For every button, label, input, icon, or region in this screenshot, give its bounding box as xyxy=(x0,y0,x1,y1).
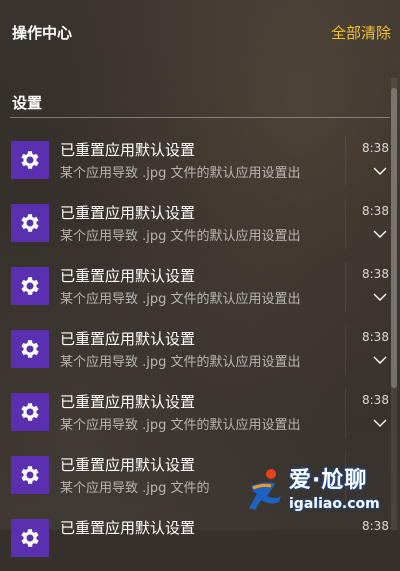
page-title: 操作中心 xyxy=(12,24,73,42)
chevron-down-icon[interactable] xyxy=(372,418,388,428)
item-divider xyxy=(345,325,346,375)
clear-all-button[interactable]: 全部清除 xyxy=(331,22,391,43)
gear-icon xyxy=(11,267,49,305)
chevron-down-icon[interactable] xyxy=(372,292,388,302)
gear-icon xyxy=(11,204,49,242)
notification-title: 已重置应用默认设置 xyxy=(60,393,196,411)
item-divider xyxy=(345,262,346,312)
chevron-down-icon[interactable] xyxy=(372,355,388,365)
chevron-down-icon[interactable] xyxy=(372,166,388,176)
notification-item[interactable]: 已重置应用默认设置 某个应用导致 .jpg 文件的默认应用设置出 8:38 xyxy=(0,256,400,319)
item-divider xyxy=(345,388,346,438)
item-divider xyxy=(345,136,346,186)
gear-icon xyxy=(11,519,49,557)
notification-time: 8:38 xyxy=(362,330,389,344)
runner-logo-icon xyxy=(249,469,281,510)
notification-time: 8:38 xyxy=(362,204,389,218)
watermark-line2: igaliao.com xyxy=(289,496,380,512)
section-divider xyxy=(10,117,390,118)
action-center-header: 操作中心 全部清除 xyxy=(0,0,400,64)
notification-title: 已重置应用默认设置 xyxy=(60,204,196,222)
gear-icon xyxy=(11,330,49,368)
notification-title: 已重置应用默认设置 xyxy=(60,456,196,474)
notification-item[interactable]: 已重置应用默认设置 某个应用导致 .jpg 文件的默认应用设置出 8:38 xyxy=(0,130,400,193)
item-divider xyxy=(345,199,346,249)
notification-description: 某个应用导致 .jpg 文件的默认应用设置出 xyxy=(60,229,301,244)
notification-title: 已重置应用默认设置 xyxy=(60,141,196,159)
notification-title: 已重置应用默认设置 xyxy=(60,330,196,348)
notification-description: 某个应用导致 .jpg 文件的默认应用设置出 xyxy=(60,166,301,181)
notification-time: 8:38 xyxy=(362,141,389,155)
gear-icon xyxy=(11,456,49,494)
notification-time: 8:38 xyxy=(362,267,389,281)
notification-description: 某个应用导致 .jpg 文件的默认应用设置出 xyxy=(60,292,301,307)
watermark-logo: 爱·尬聊 igaliao.com xyxy=(245,462,395,522)
gear-icon xyxy=(11,141,49,179)
notification-item[interactable]: 已重置应用默认设置 某个应用导致 .jpg 文件的默认应用设置出 8:38 xyxy=(0,382,400,445)
gear-icon xyxy=(11,393,49,431)
notification-description: 某个应用导致 .jpg 文件的默认应用设置出 xyxy=(60,355,301,370)
watermark-line1: 爱·尬聊 xyxy=(289,468,368,493)
section-title-settings: 设置 xyxy=(12,94,43,112)
notification-description: 某个应用导致 .jpg 文件的默认应用设置出 xyxy=(60,418,301,433)
notification-title: 已重置应用默认设置 xyxy=(60,267,196,285)
notification-time: 8:38 xyxy=(362,393,389,407)
chevron-down-icon[interactable] xyxy=(372,229,388,239)
notification-item[interactable]: 已重置应用默认设置 某个应用导致 .jpg 文件的默认应用设置出 8:38 xyxy=(0,193,400,256)
notification-item[interactable]: 已重置应用默认设置 某个应用导致 .jpg 文件的默认应用设置出 8:38 xyxy=(0,319,400,382)
notification-title: 已重置应用默认设置 xyxy=(60,519,196,537)
